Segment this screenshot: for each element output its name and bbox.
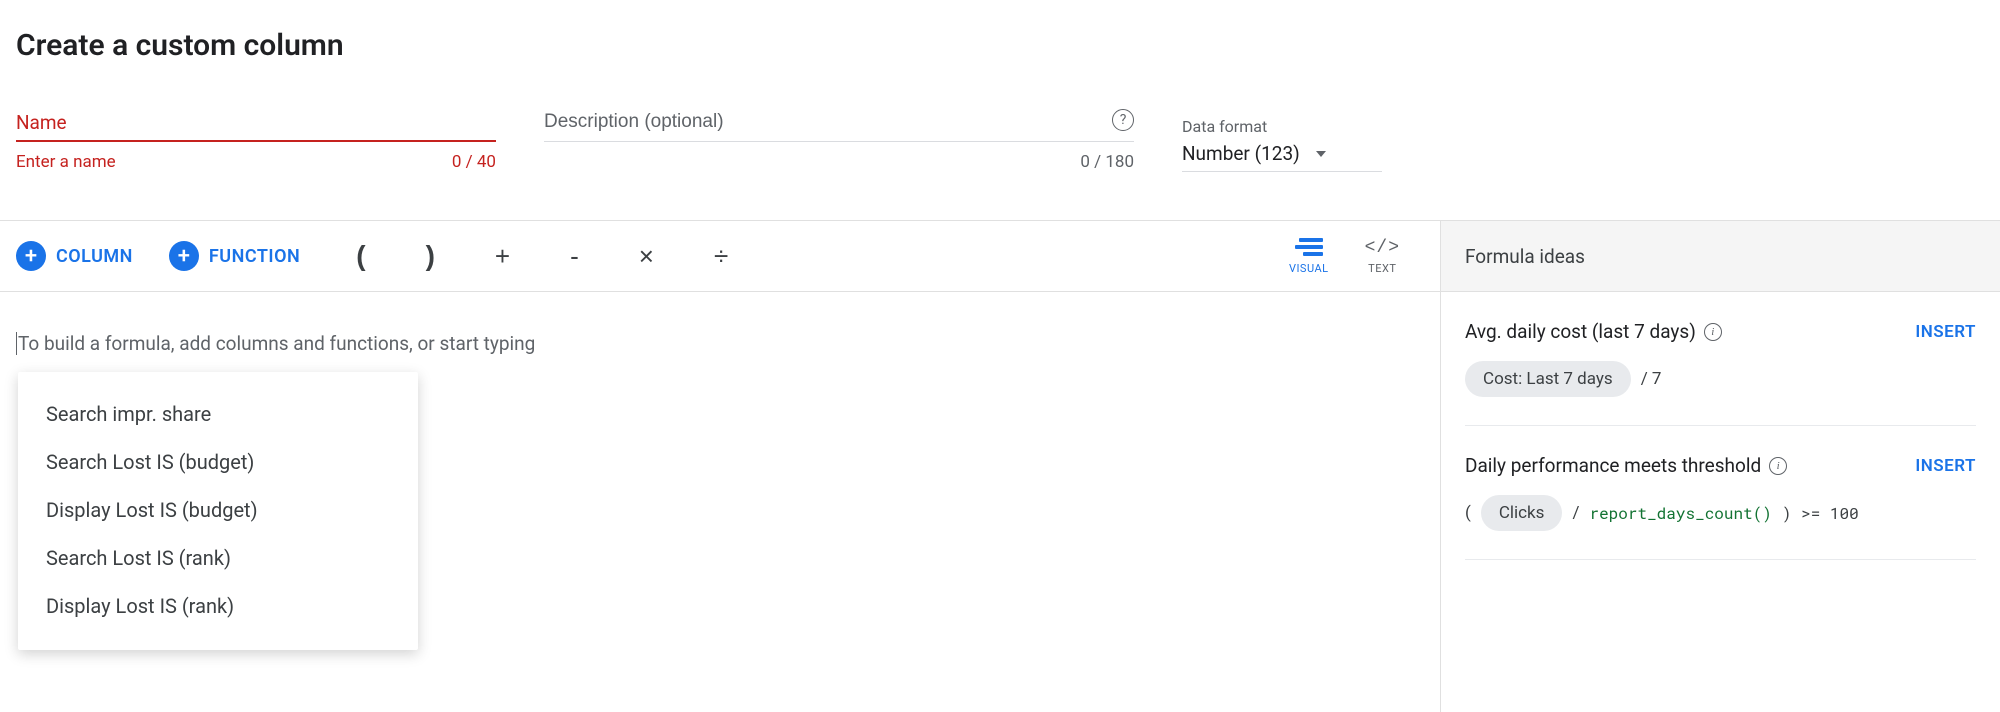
idea-title-text: Daily performance meets threshold — [1465, 454, 1761, 477]
idea-expr-prefix: ( — [1465, 503, 1471, 523]
description-field-block: ? 0 / 180 — [544, 107, 1134, 172]
mode-toggle-group: VISUAL </> TEXT — [1289, 238, 1424, 275]
name-char-counter: 0 / 40 — [452, 152, 496, 172]
plus-icon: + — [16, 241, 46, 271]
operator-group: ( ) + - × ÷ — [356, 240, 728, 272]
add-column-button[interactable]: + COLUMN — [16, 241, 133, 271]
column-suggestions-popup: Search impr. share Search Lost IS (budge… — [18, 372, 418, 650]
chevron-down-icon — [1316, 151, 1326, 157]
name-input[interactable] — [16, 140, 496, 142]
idea-expr-suffix: / 7 — [1641, 369, 1662, 389]
editor-toolbar-left: + COLUMN + FUNCTION ( ) + - × ÷ VISUAL <… — [0, 221, 1440, 291]
name-field-block: Name Enter a name 0 / 40 — [16, 111, 496, 172]
idea-title-text: Avg. daily cost (last 7 days) — [1465, 320, 1696, 343]
formula-idea: Avg. daily cost (last 7 days) i INSERT C… — [1465, 320, 1976, 426]
idea-title: Avg. daily cost (last 7 days) i — [1465, 320, 1722, 343]
mode-text-button[interactable]: </> TEXT — [1365, 238, 1400, 275]
meta-fields-row: Name Enter a name 0 / 40 ? 0 / 180 Data … — [0, 63, 2000, 172]
suggestion-item[interactable]: Display Lost IS (budget) — [18, 486, 418, 534]
idea-expr-mid: / — [1572, 503, 1579, 523]
visual-mode-icon — [1295, 238, 1323, 258]
insert-button[interactable]: INSERT — [1915, 322, 1976, 342]
editor-toolbar-row: + COLUMN + FUNCTION ( ) + - × ÷ VISUAL <… — [0, 220, 2000, 292]
suggestion-item[interactable]: Search Lost IS (rank) — [18, 534, 418, 582]
minus-button[interactable]: - — [570, 241, 579, 272]
lparen-button[interactable]: ( — [356, 240, 365, 272]
formula-ideas-title: Formula ideas — [1465, 245, 1585, 268]
plus-icon: + — [169, 241, 199, 271]
editor-body-row: To build a formula, add columns and func… — [0, 292, 2000, 712]
page-title: Create a custom column — [0, 0, 2000, 63]
description-input[interactable] — [544, 107, 1134, 142]
formula-idea: Daily performance meets threshold i INSE… — [1465, 454, 1976, 560]
help-icon[interactable]: ? — [1112, 109, 1134, 131]
mode-text-label: TEXT — [1368, 262, 1396, 275]
info-icon[interactable]: i — [1769, 457, 1787, 475]
formula-editor-area[interactable]: To build a formula, add columns and func… — [0, 292, 1440, 712]
mode-visual-button[interactable]: VISUAL — [1289, 238, 1329, 275]
info-icon[interactable]: i — [1704, 323, 1722, 341]
name-label: Name — [16, 111, 496, 134]
name-helper-text: Enter a name — [16, 152, 116, 172]
divide-button[interactable]: ÷ — [714, 241, 728, 272]
formula-ideas-panel: Avg. daily cost (last 7 days) i INSERT C… — [1440, 292, 2000, 712]
data-format-value: Number (123) — [1182, 142, 1300, 165]
description-char-counter: 0 / 180 — [1080, 152, 1134, 172]
rparen-button[interactable]: ) — [426, 240, 435, 272]
code-icon: </> — [1365, 238, 1400, 258]
plus-button[interactable]: + — [495, 241, 510, 272]
add-function-button[interactable]: + FUNCTION — [169, 241, 300, 271]
idea-expression: Cost: Last 7 days / 7 — [1465, 361, 1976, 397]
data-format-label: Data format — [1182, 117, 1382, 136]
column-chip[interactable]: Cost: Last 7 days — [1465, 361, 1631, 397]
formula-ideas-header: Formula ideas — [1440, 221, 2000, 291]
formula-placeholder-text: To build a formula, add columns and func… — [16, 332, 535, 355]
data-format-block: Data format Number (123) — [1182, 117, 1382, 172]
times-button[interactable]: × — [639, 241, 654, 272]
suggestion-item[interactable]: Search Lost IS (budget) — [18, 438, 418, 486]
idea-title: Daily performance meets threshold i — [1465, 454, 1787, 477]
column-chip[interactable]: Clicks — [1481, 495, 1563, 531]
insert-button[interactable]: INSERT — [1915, 456, 1976, 476]
mode-visual-label: VISUAL — [1289, 262, 1329, 275]
suggestion-item[interactable]: Display Lost IS (rank) — [18, 582, 418, 630]
add-column-label: COLUMN — [56, 246, 133, 267]
suggestion-item[interactable]: Search impr. share — [18, 390, 418, 438]
add-function-label: FUNCTION — [209, 246, 300, 267]
data-format-select[interactable]: Number (123) — [1182, 142, 1382, 172]
idea-expr-tail: ) >= 100 — [1782, 503, 1859, 524]
idea-expression: ( Clicks / report_days_count() ) >= 100 — [1465, 495, 1976, 531]
idea-expr-code: report_days_count() — [1589, 503, 1771, 524]
